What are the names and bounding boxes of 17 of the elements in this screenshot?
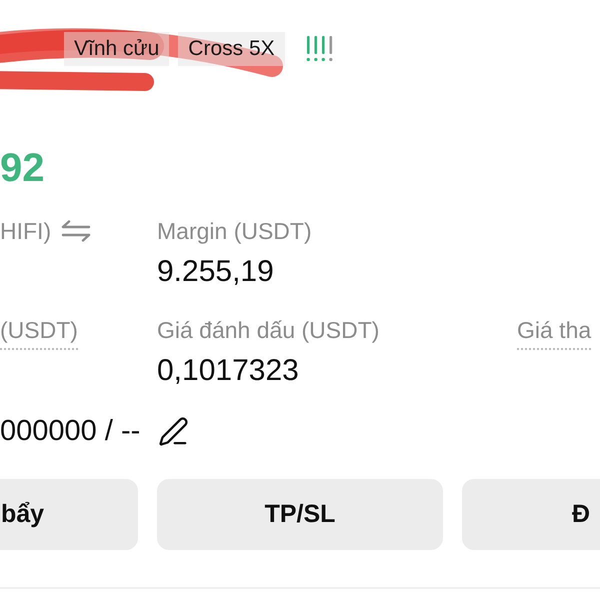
action-button[interactable]: TP/SL <box>157 479 443 550</box>
action-button[interactable]: Đ <box>462 479 600 550</box>
field-label: Margin (USDT) <box>157 217 312 245</box>
field-value: 0,1017323 <box>157 353 299 389</box>
tp-sl-value: 000000 / -- <box>0 414 140 448</box>
indicator-bars-icon <box>306 36 334 62</box>
field-value: 9.255,19 <box>157 254 274 290</box>
position-tag: Vĩnh cửu <box>64 32 170 66</box>
swap-icon[interactable] <box>61 220 92 242</box>
edit-icon[interactable] <box>158 416 190 446</box>
position-tag: Cross 5X <box>178 32 285 66</box>
field-label: Giá đánh dấu (USDT) <box>157 316 380 344</box>
action-button[interactable]: bẩy <box>0 479 138 550</box>
field-label: Giá tha <box>517 316 592 350</box>
pnl-value: 92 <box>0 148 44 188</box>
field-label: (USDT) <box>0 316 78 350</box>
field-label: HIFI) <box>0 217 52 245</box>
